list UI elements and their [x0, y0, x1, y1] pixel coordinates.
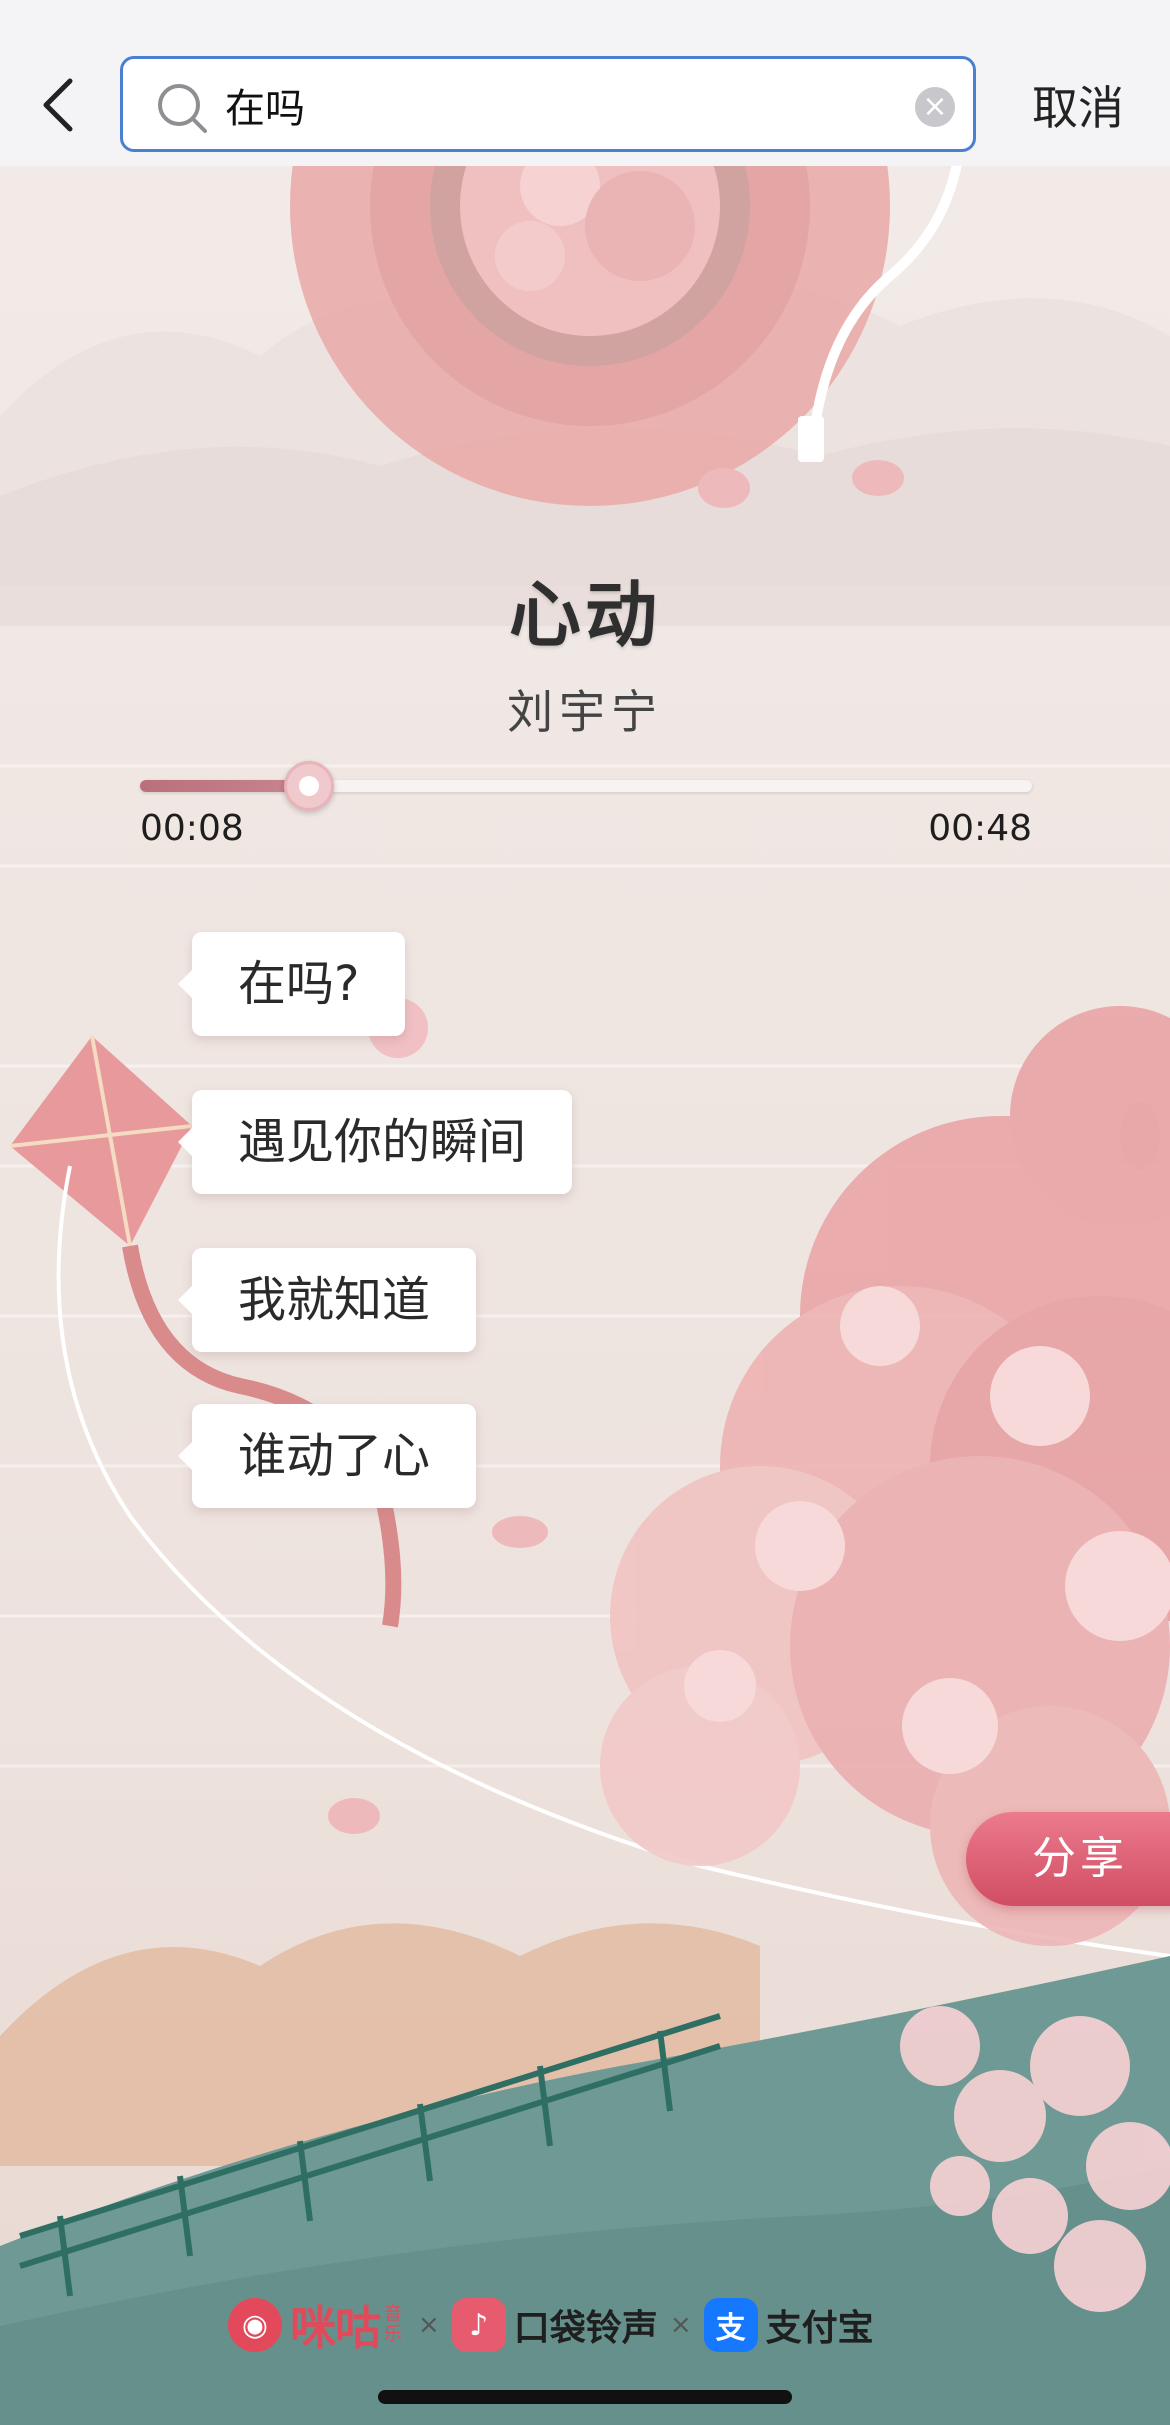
music-note-icon: ♪ — [451, 2298, 506, 2352]
back-button[interactable] — [28, 70, 88, 140]
alipay-name: 支付宝 — [765, 2308, 874, 2349]
search-input[interactable] — [223, 73, 883, 137]
migu-name: 咪咕 — [290, 2301, 381, 2355]
chevron-left-icon — [43, 78, 73, 132]
ringtone-page: × 取消 心动 刘宇宁 00:08 00:48 在吗? 遇见你的瞬间 我就知道 … — [0, 0, 1170, 2425]
migu-icon: ◉ — [228, 2298, 282, 2352]
brand-separator: × — [418, 2310, 440, 2340]
progress-slider[interactable] — [140, 761, 1032, 811]
song-title: 心动 — [508, 573, 661, 657]
pocket-ringtone-logo: ♪ 口袋铃声 — [451, 2298, 658, 2352]
time-total: 00:48 — [928, 808, 1032, 849]
home-indicator[interactable] — [378, 2390, 792, 2404]
search-bar-area: × 取消 — [0, 0, 1170, 166]
migu-logo: ◉ 咪咕 音乐 — [228, 2292, 406, 2358]
cancel-button[interactable]: 取消 — [1032, 72, 1124, 138]
search-field[interactable]: × — [120, 56, 976, 152]
migu-sub: 音乐 — [384, 2304, 402, 2345]
clear-icon[interactable]: × — [915, 87, 955, 127]
alipay-logo: 支 支付宝 — [703, 2298, 874, 2352]
song-artist: 刘宇宁 — [507, 685, 663, 739]
brand-separator: × — [669, 2310, 692, 2340]
lyric-bubble-3: 我就知道 — [177, 1248, 477, 1352]
pocket-ringtone-name: 口袋铃声 — [513, 2308, 658, 2349]
search-icon — [158, 84, 207, 133]
lyric-bubble-4: 谁动了心 — [177, 1404, 477, 1508]
time-current: 00:08 — [140, 808, 244, 849]
partner-logos: ◉ 咪咕 音乐 × ♪ 口袋铃声 × 支 支付宝 — [228, 2290, 874, 2360]
share-button[interactable]: 分享 — [966, 1812, 1170, 1906]
alipay-icon: 支 — [703, 2298, 758, 2352]
lyric-bubble-2: 遇见你的瞬间 — [177, 1090, 573, 1194]
lyric-bubble-1: 在吗? — [177, 932, 406, 1036]
background-illustration — [0, 166, 1170, 2425]
